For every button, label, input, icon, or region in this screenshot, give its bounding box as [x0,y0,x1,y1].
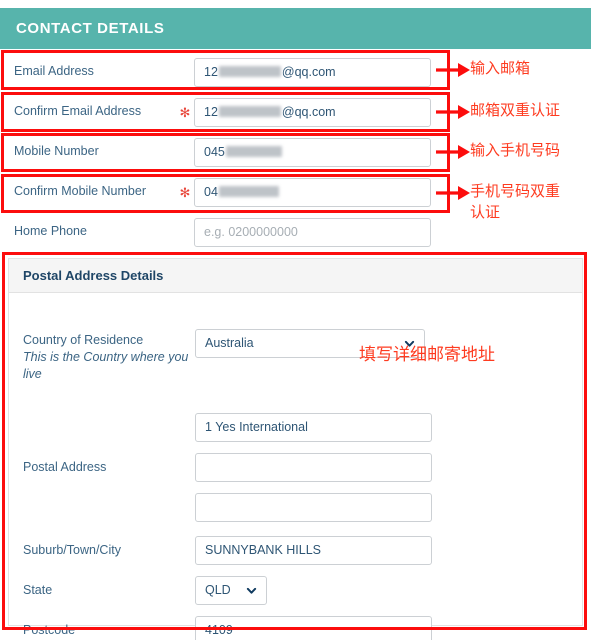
address-line1-wrap: 1 Yes International [195,413,432,442]
confirm-mobile-field-wrap: 04 [194,177,450,207]
confirm-email-value-suffix: @qq.com [281,104,336,119]
address-line2-field[interactable] [195,453,432,482]
mobile-field-wrap: 045 [194,137,450,167]
home-phone-field[interactable]: e.g. 0200000000 [194,217,431,247]
mobile-value-prefix: 045 [204,144,225,159]
address-line3-wrap [195,493,432,522]
postal-panel-title: Postal Address Details [23,268,164,283]
contact-details-form: CONTACT DETAILS Email Address 12 @qq.com … [0,0,591,640]
form-row-email: Email Address 12 @qq.com [0,52,450,92]
redacted-block [218,65,281,77]
email-field[interactable]: 12 @qq.com [194,57,431,87]
label-postal-address: Postal Address [23,460,107,475]
annotation-note-confirm-email: 邮箱双重认证 [470,101,561,119]
form-row-mobile: Mobile Number 045 [0,132,450,172]
confirm-mobile-value-prefix: 04 [204,184,218,199]
suburb-field[interactable]: SUNNYBANK HILLS [195,536,432,565]
address-line1-field[interactable]: 1 Yes International [195,413,432,442]
label-country-main: Country of Residence [23,333,144,347]
postcode-field-wrap: 4109 [195,616,432,640]
form-row-postcode: Postcode 4109 [9,616,469,640]
state-select[interactable]: QLD [195,576,267,605]
home-phone-field-wrap: e.g. 0200000000 [194,217,450,247]
required-marker-confirm-mobile: ✻ [179,184,191,200]
label-confirm-email: Confirm Email Address [14,104,142,119]
confirm-email-field[interactable]: 12 @qq.com [194,97,431,127]
annotation-arrow-confirm-email [436,105,470,119]
label-state: State [23,583,53,598]
mobile-field[interactable]: 045 [194,137,431,167]
state-select-value: QLD [205,583,231,597]
email-value-prefix: 12 [204,64,218,79]
form-row-confirm-email: Confirm Email Address ✻ 12 @qq.com [0,92,450,132]
label-suburb: Suburb/Town/City [23,543,121,558]
annotation-arrow-mobile [436,145,470,159]
label-postcode: Postcode [23,623,76,638]
postal-panel-body: Country of Residence This is the Country… [9,293,582,640]
section-header: CONTACT DETAILS [0,8,591,49]
label-email: Email Address [14,64,94,79]
form-row-address-line1: 1 Yes International [9,413,469,442]
annotation-note-email: 输入邮箱 [470,59,531,77]
required-marker-confirm-email: ✻ [179,104,191,120]
label-mobile: Mobile Number [14,144,99,159]
redacted-block [218,105,281,117]
confirm-mobile-field[interactable]: 04 [194,177,431,207]
postal-panel-header: Postal Address Details [9,259,582,293]
address-line3-field[interactable] [195,493,432,522]
postal-address-panel: Postal Address Details Country of Reside… [8,258,583,640]
annotation-arrow-email [436,63,470,77]
state-select-wrap: QLD [195,576,267,605]
label-confirm-mobile: Confirm Mobile Number [14,184,146,199]
confirm-email-value-prefix: 12 [204,104,218,119]
email-field-wrap: 12 @qq.com [194,57,450,87]
label-country: Country of Residence This is the Country… [9,329,195,383]
suburb-field-wrap: SUNNYBANK HILLS [195,536,432,565]
form-row-home-phone: Home Phone e.g. 0200000000 [0,212,450,252]
postcode-field[interactable]: 4109 [195,616,432,640]
form-row-confirm-mobile: Confirm Mobile Number ✻ 04 [0,172,450,212]
label-home-phone: Home Phone [14,224,87,239]
email-value-suffix: @qq.com [281,64,336,79]
form-row-state: State QLD [9,576,469,605]
annotation-note-mobile: 输入手机号码 [470,141,561,159]
annotation-note-confirm-mobile: 手机号码双重 认证 [470,182,561,221]
redacted-block [218,185,279,197]
page-title: CONTACT DETAILS [16,20,165,37]
label-country-sub: This is the Country where you live [23,349,189,381]
address-line2-wrap [195,453,432,482]
form-row-address-line3 [9,493,469,522]
confirm-email-field-wrap: 12 @qq.com [194,97,450,127]
form-row-address-line2: Postal Address [9,453,469,482]
annotation-arrow-confirm-mobile [436,186,470,200]
form-row-suburb: Suburb/Town/City SUNNYBANK HILLS [9,536,469,565]
country-select-value: Australia [205,336,254,350]
redacted-block [225,145,282,157]
annotation-note-postal: 填写详细邮寄地址 [359,345,495,365]
chevron-down-icon [246,587,257,594]
